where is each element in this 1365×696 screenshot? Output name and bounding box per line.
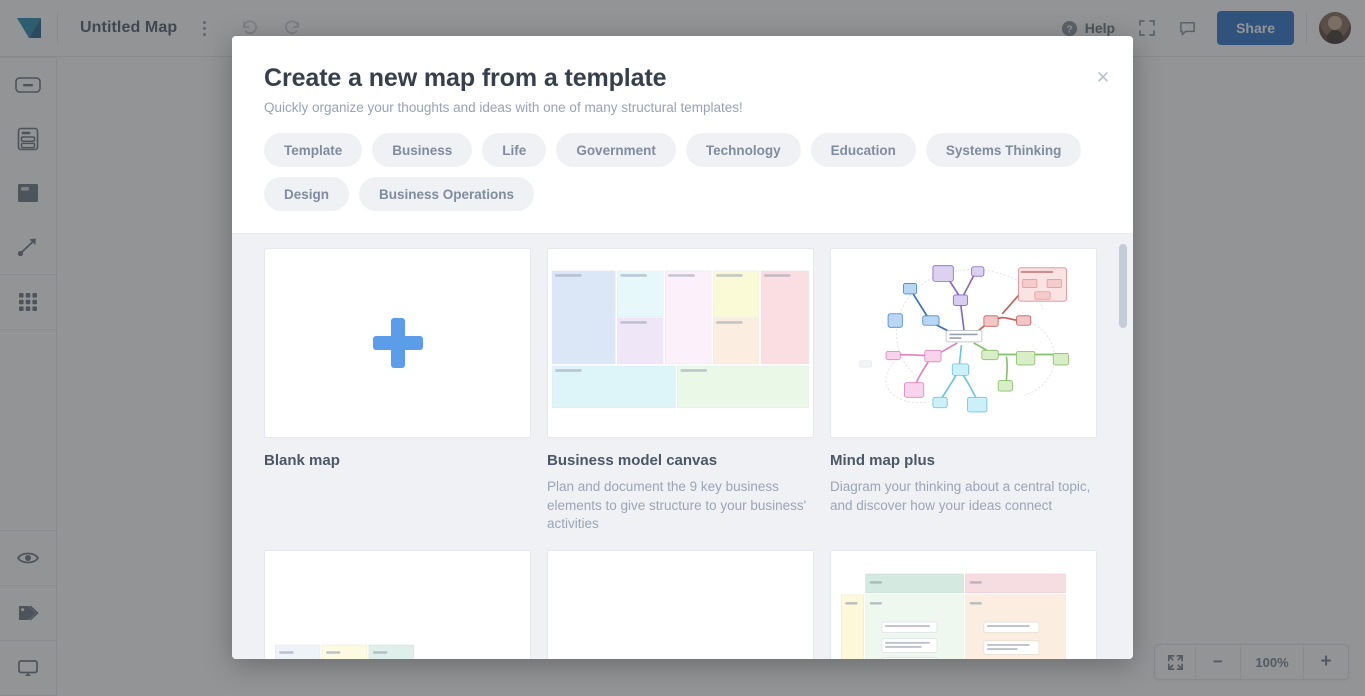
thumbnail-art <box>831 550 1096 659</box>
scrollbar-track[interactable] <box>1119 234 1127 659</box>
template-card[interactable] <box>264 549 531 659</box>
category-chip[interactable]: Education <box>810 133 916 167</box>
template-card-description: Plan and document the 9 key business ele… <box>547 479 807 532</box>
template-thumbnail[interactable] <box>264 248 531 438</box>
category-chip[interactable]: Technology <box>685 133 801 167</box>
scrollbar-thumb[interactable] <box>1119 244 1127 328</box>
thumbnail-art <box>548 550 813 659</box>
category-chip-list: Template Business Life Government Technology… <box>264 133 1101 211</box>
template-card[interactable]: Blank map <box>264 248 531 534</box>
template-card-title: Blank map <box>264 452 340 469</box>
close-icon[interactable]: ✕ <box>1092 66 1114 88</box>
modal-body[interactable]: Blank map Business model canvas Plan and d… <box>232 234 1133 659</box>
template-card[interactable] <box>830 549 1097 659</box>
modal-subtitle: Quickly organize your thoughts and ideas… <box>264 100 743 115</box>
category-chip[interactable]: Business <box>372 133 473 167</box>
template-grid: Blank map Business model canvas Plan and d… <box>232 234 1133 659</box>
modal-header: Create a new map from a template Quickly… <box>232 36 1133 234</box>
template-card-title: Business model canvas <box>547 452 718 469</box>
template-card[interactable] <box>547 549 814 659</box>
modal-title: Create a new map from a template <box>264 64 667 92</box>
template-thumbnail[interactable] <box>547 549 814 659</box>
thumbnail-art <box>548 249 813 437</box>
template-card[interactable]: Mind map plus Diagram your thinking about… <box>830 248 1097 534</box>
category-chip[interactable]: Government <box>556 133 676 167</box>
category-chip[interactable]: Systems Thinking <box>925 133 1082 167</box>
template-card-description: Diagram your thinking about a central to… <box>830 479 1091 513</box>
thumbnail-art <box>265 550 530 659</box>
app-root: Untitled Map ? Help <box>0 0 1365 696</box>
category-chip[interactable]: Template <box>264 133 363 167</box>
template-thumbnail[interactable] <box>547 248 814 438</box>
template-picker-modal: Create a new map from a template Quickly… <box>232 36 1133 659</box>
template-card[interactable]: Business model canvas Plan and document t… <box>547 248 814 534</box>
category-chip[interactable]: Design <box>264 177 350 211</box>
category-chip[interactable]: Life <box>482 133 547 167</box>
thumbnail-art <box>831 249 1096 437</box>
category-chip[interactable]: Business Operations <box>359 177 535 211</box>
template-thumbnail[interactable] <box>264 549 531 659</box>
template-thumbnail[interactable] <box>830 549 1097 659</box>
template-thumbnail[interactable] <box>830 248 1097 438</box>
plus-icon <box>372 317 424 369</box>
template-card-title: Mind map plus <box>830 452 935 469</box>
